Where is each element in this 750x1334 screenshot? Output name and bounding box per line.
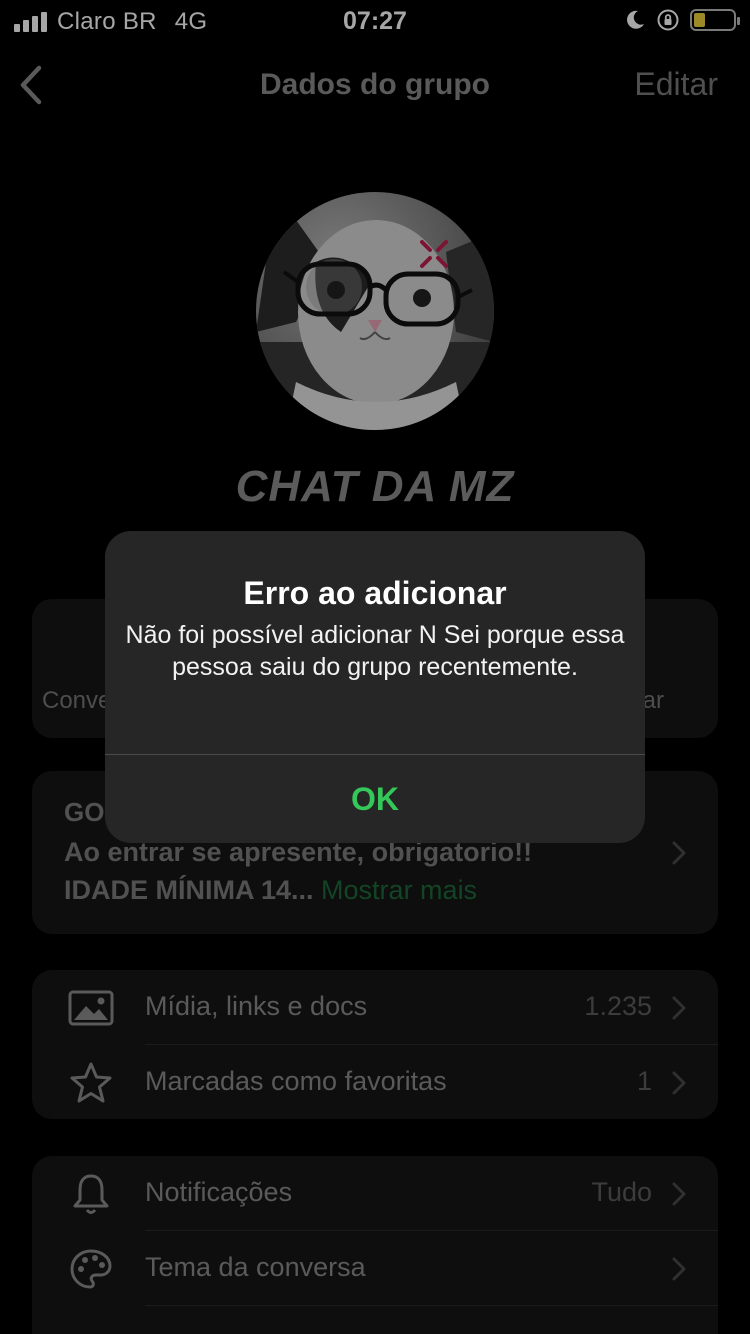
- ok-button[interactable]: OK: [105, 755, 645, 843]
- alert-title: Erro ao adicionar: [243, 575, 507, 611]
- error-alert-dialog: Erro ao adicionar Não foi possível adici…: [105, 531, 645, 843]
- alert-message: Não foi possível adicionar N Sei porque …: [125, 621, 625, 681]
